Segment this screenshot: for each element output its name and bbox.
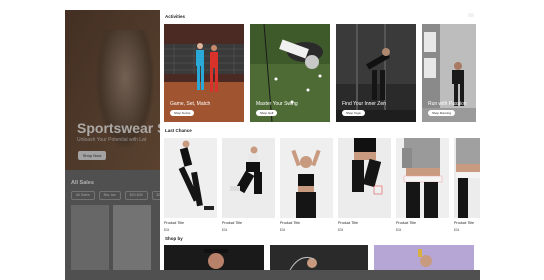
- product-title: Product Title: [454, 221, 474, 225]
- activity-card-running[interactable]: Run with Passion Shop Running: [422, 24, 476, 122]
- activity-card-yoga[interactable]: Find Your Inner Zen Shop Yoga: [336, 24, 416, 122]
- golf-photo: [250, 24, 330, 122]
- yoga-photo: [336, 24, 416, 122]
- product-title: Product Title: [222, 221, 242, 225]
- drawer-scroll-indicator: [468, 13, 474, 17]
- product-title: Product Title: [280, 221, 300, 225]
- product-price: $34: [454, 228, 460, 232]
- product-price: $34: [338, 228, 344, 232]
- product-price: $34: [164, 228, 170, 232]
- product-title: Product Title: [164, 221, 184, 225]
- product-price: $34: [396, 228, 402, 232]
- shop-drawer: Activities Game, Set, Match Shop Tennis: [160, 10, 480, 270]
- shop-running-button[interactable]: Shop Running: [428, 110, 456, 116]
- product-image[interactable]: [338, 138, 391, 218]
- running-photo: [422, 24, 476, 122]
- activity-label: Master Your Swing: [256, 101, 298, 107]
- product-price: $34: [280, 228, 286, 232]
- activity-card-golf[interactable]: Master Your Swing Shop Golf: [250, 24, 330, 122]
- product-title: Product Title: [396, 221, 416, 225]
- product-image[interactable]: [280, 138, 333, 218]
- shop-by-image[interactable]: [374, 245, 474, 270]
- product-image[interactable]: [396, 138, 449, 218]
- shop-golf-button[interactable]: Shop Golf: [256, 110, 278, 116]
- shop-by-image[interactable]: [270, 245, 368, 270]
- shop-tennis-button[interactable]: Shop Tennis: [170, 110, 195, 116]
- tennis-photo: [164, 24, 244, 122]
- activity-label: Game, Set, Match: [170, 101, 211, 107]
- shop-yoga-button[interactable]: Shop Yoga: [342, 110, 365, 116]
- activity-card-tennis[interactable]: Game, Set, Match Shop Tennis: [164, 24, 244, 122]
- shop-by-image[interactable]: [164, 245, 264, 270]
- product-image[interactable]: [222, 138, 275, 218]
- product-image[interactable]: [454, 138, 480, 218]
- last-chance-title: Last Chance: [165, 128, 192, 133]
- activity-label: Find Your Inner Zen: [342, 101, 386, 107]
- activities-title: Activities: [165, 14, 186, 19]
- product-title: Product Title: [338, 221, 358, 225]
- product-image[interactable]: [164, 138, 217, 218]
- shop-by-title: Shop by: [165, 236, 183, 241]
- activity-label: Run with Passion: [428, 101, 467, 107]
- product-price: $34: [222, 228, 228, 232]
